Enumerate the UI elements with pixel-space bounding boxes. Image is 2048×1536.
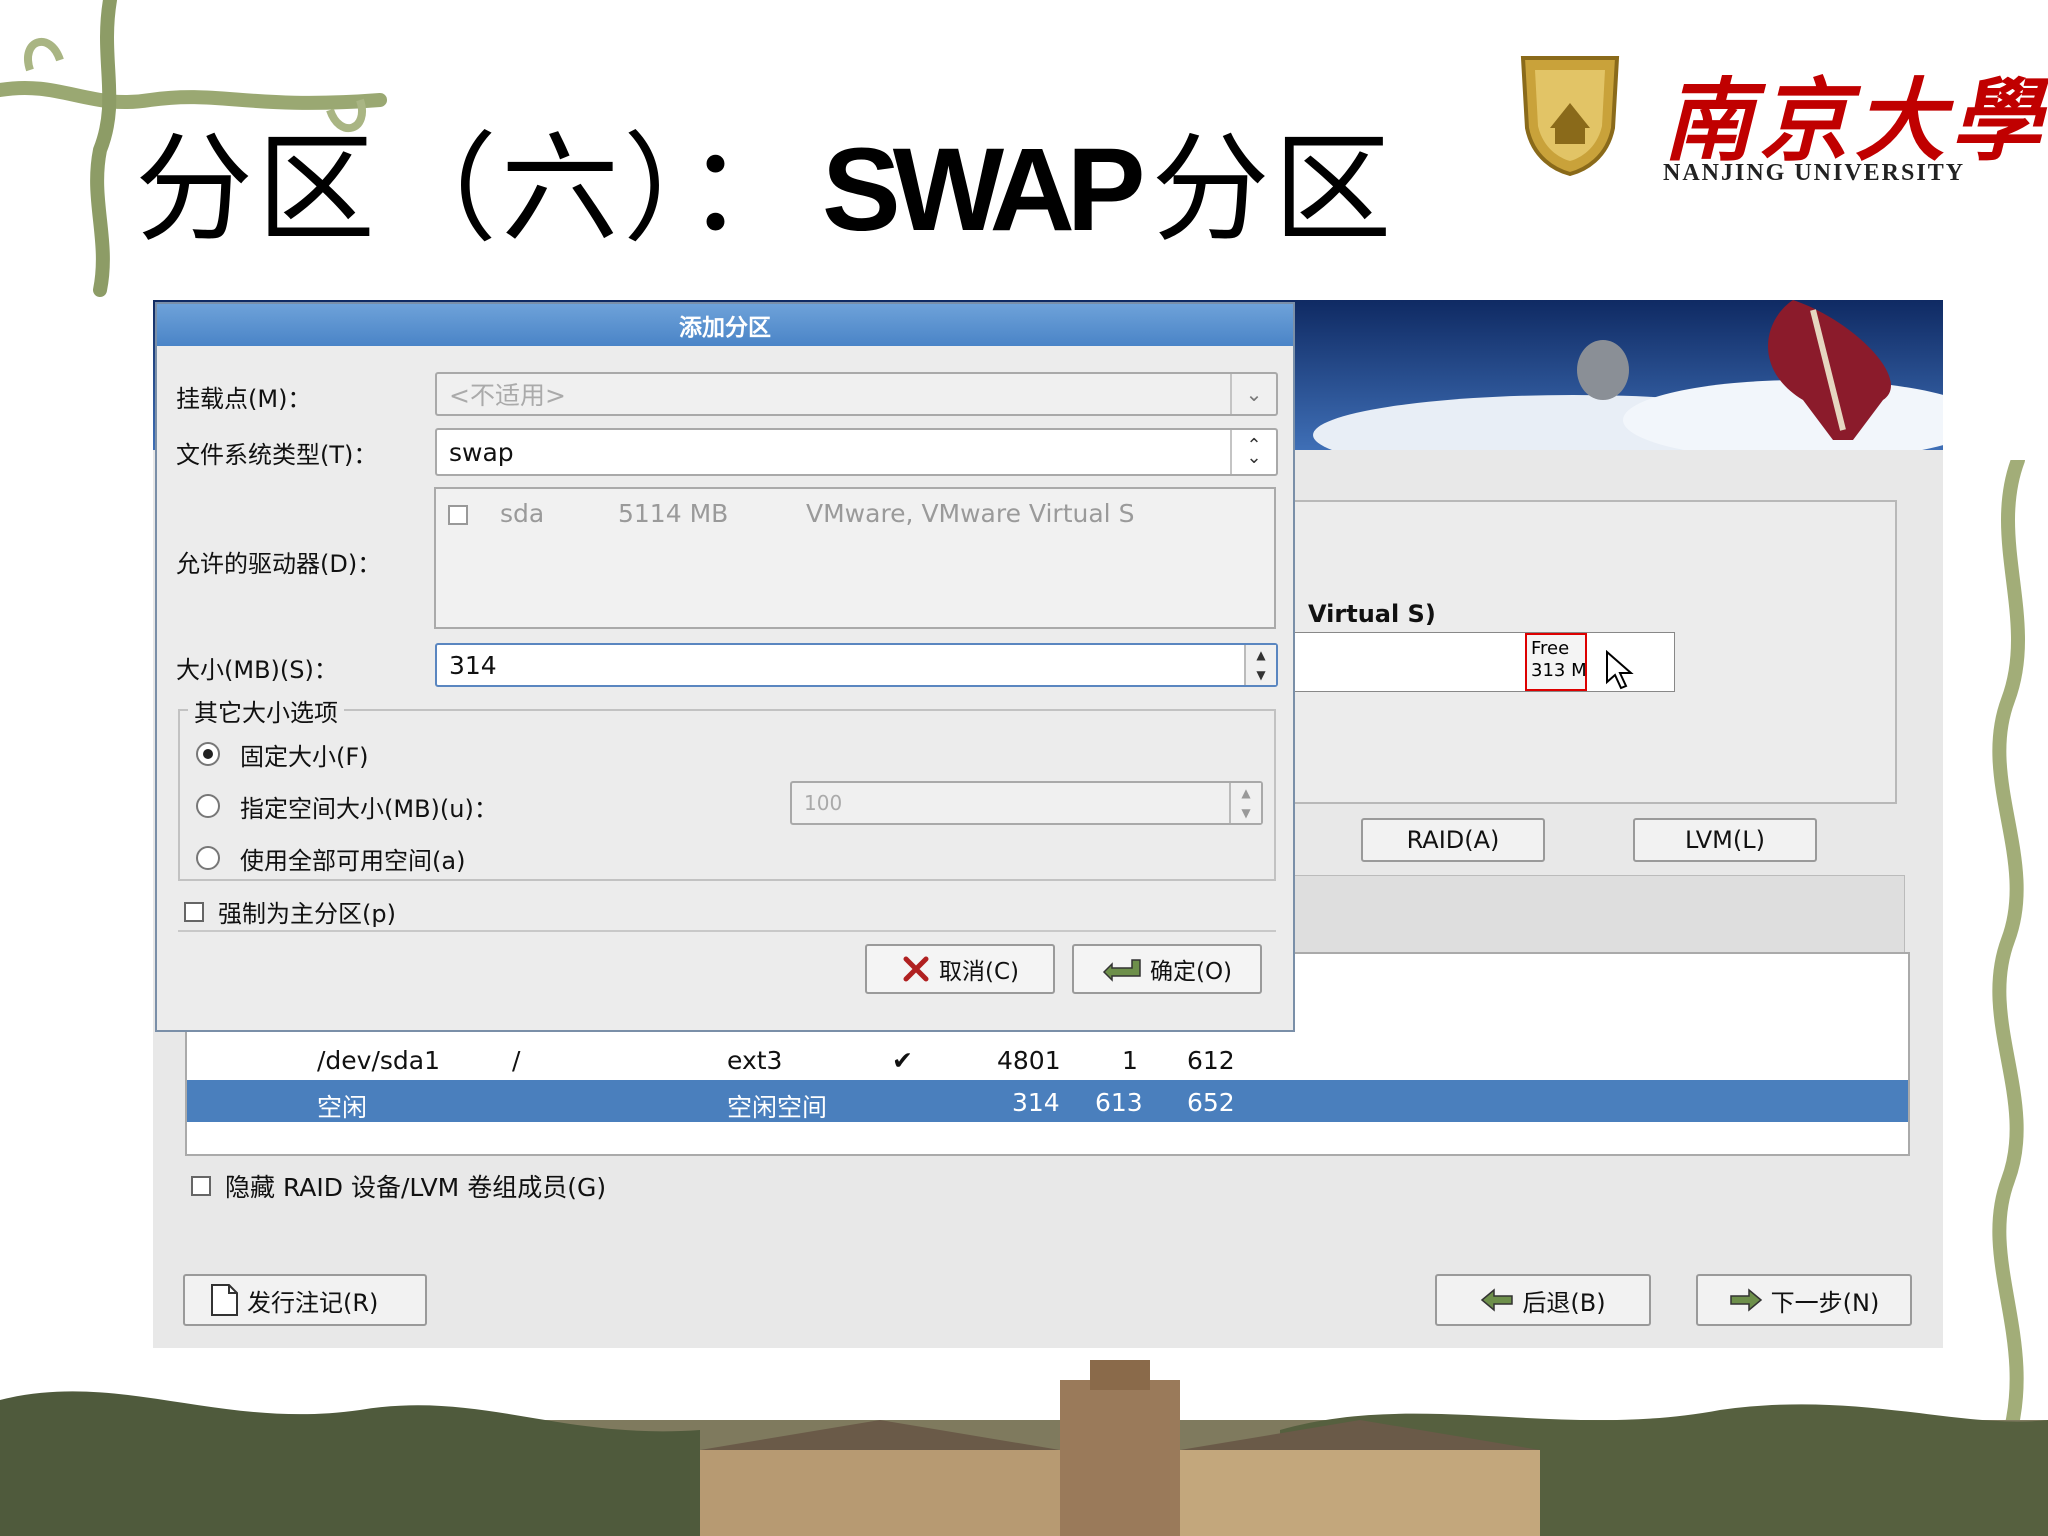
next-button[interactable]: 下一步(N) [1696,1274,1912,1326]
table-row-selected[interactable]: 空闲 空闲空间 314 613 652 [187,1080,1908,1122]
slide-title: 分区（六）： SWAP 分区 [135,120,1396,258]
university-logo: 南京大學 NANJING UNIVERSITY [1515,48,2041,198]
spin-arrows-icon[interactable]: ▲ ▼ [1229,783,1261,823]
release-notes-button[interactable]: 发行注记(R) [183,1274,427,1326]
chevron-down-icon[interactable]: ⌄ [1230,374,1276,414]
updown-chevron-icon[interactable]: ⌃ ⌄ [1230,430,1276,474]
allowed-drives-label: 允许的驱动器(D)： [176,550,382,578]
partition-toolbar-strip [1293,875,1905,953]
ok-check-icon [1102,959,1141,982]
back-button[interactable]: 后退(B) [1435,1274,1651,1326]
cancel-button[interactable]: 取消(C) [865,944,1055,994]
spin-arrows-icon[interactable]: ▲ ▼ [1244,645,1276,685]
vine-decoration-right [1992,460,2025,1440]
checkbox-box[interactable] [191,1176,211,1196]
mount-point-label: 挂载点(M)： [176,385,312,413]
dialog-title: 添加分区 [157,304,1293,346]
fill-upto-spinbox[interactable]: 100 ▲ ▼ [790,781,1263,825]
group-legend: 其它大小选项 [188,693,344,728]
fill-all-label: 使用全部可用空间(a) [240,847,466,875]
mouse-cursor-icon [1606,650,1634,690]
force-primary-checkbox[interactable]: 强制为主分区(p) [184,894,396,929]
document-icon [211,1284,238,1316]
radio-fixed-size[interactable] [196,742,220,766]
add-partition-dialog: 添加分区 挂载点(M)： <不适用> ⌄ 文件系统类型(T)： swap ⌃ ⌄ … [155,302,1295,1032]
allowed-drives-list[interactable]: sda 5114 MB VMware, VMware Virtual S [434,487,1276,629]
fs-type-label: 文件系统类型(T)： [176,441,378,469]
arrow-left-icon [1481,1288,1514,1312]
raid-button[interactable]: RAID(A) [1361,818,1545,862]
fs-type-select[interactable]: swap ⌃ ⌄ [435,428,1278,476]
university-emblem-icon [1520,56,1620,176]
radio-fill-all[interactable] [196,846,220,870]
lvm-button[interactable]: LVM(L) [1633,818,1817,862]
free-space-segment[interactable]: Free 313 M [1525,633,1587,691]
size-label: 大小(MB)(S)： [176,656,338,684]
radio-fill-upto[interactable] [196,794,220,818]
fill-upto-label: 指定空间大小(MB)(u)： [240,795,498,823]
disk-label: Virtual S) [1308,600,1436,628]
fixed-size-label: 固定大小(F) [240,743,369,771]
size-spinbox[interactable]: 314 ▲ ▼ [435,643,1278,687]
hide-raid-checkbox[interactable]: 隐藏 RAID 设备/LVM 卷组成员(G) [191,1168,606,1204]
dialog-separator [178,930,1276,932]
cancel-x-icon [903,956,929,982]
campus-building-decoration [0,1360,2048,1536]
table-row[interactable]: /dev/sda1 / ext3 ✔ 4801 1 612 [187,1038,1908,1080]
university-name-en: NANJING UNIVERSITY [1663,160,1966,186]
ok-button[interactable]: 确定(O) [1072,944,1262,994]
university-name-cn: 南京大學 [1663,68,2047,174]
drive-checkbox[interactable] [448,505,468,525]
checkbox-box[interactable] [184,901,204,922]
arrow-right-icon [1729,1288,1762,1312]
other-size-options-group: 其它大小选项 固定大小(F) 指定空间大小(MB)(u)： 100 ▲ ▼ 使用全… [178,693,1276,881]
mount-point-combo[interactable]: <不适用> ⌄ [435,372,1278,416]
